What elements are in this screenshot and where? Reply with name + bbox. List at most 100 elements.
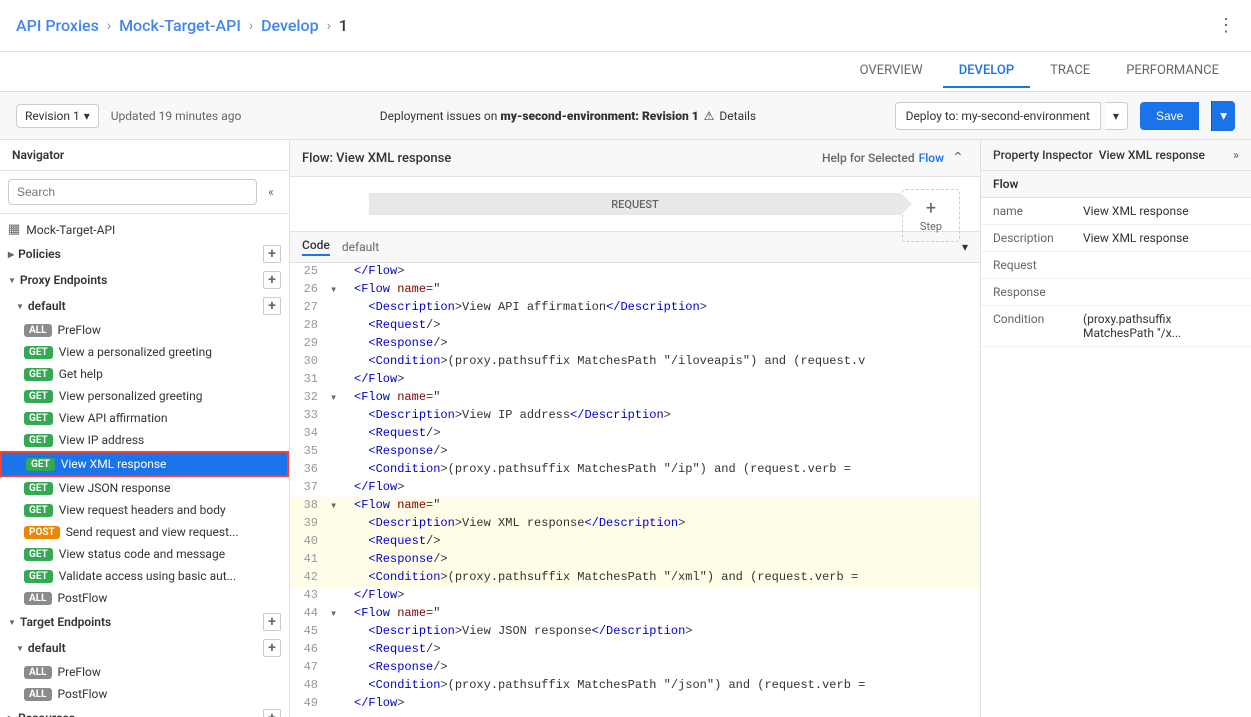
code-line[interactable]: 44▾<Flow name=" <box>290 605 980 623</box>
method-badge: ALL <box>24 324 52 337</box>
nav-section-proxy-endpoints[interactable]: ▼ Proxy Endpoints + <box>0 267 289 293</box>
nav-flow-item[interactable]: POSTSend request and view request... <box>0 521 289 543</box>
tab-overview[interactable]: OVERVIEW <box>844 55 939 88</box>
nav-flow-item[interactable]: ALLPostFlow <box>0 587 289 609</box>
property-value[interactable]: View XML response <box>1071 198 1251 225</box>
code-line[interactable]: 36 <Condition>(proxy.pathsuffix MatchesP… <box>290 461 980 479</box>
nav-target-default[interactable]: ▼ default + <box>0 635 289 661</box>
method-badge: GET <box>26 458 55 471</box>
nav-flow-item[interactable]: GETView a personalized greeting <box>0 341 289 363</box>
line-content: <Request/> <box>346 533 980 551</box>
method-badge: GET <box>24 368 53 381</box>
add-policy-btn[interactable]: + <box>263 245 281 263</box>
tab-bar: OVERVIEW DEVELOP TRACE PERFORMANCE <box>0 52 1251 92</box>
breadcrumb-mock-target[interactable]: Mock-Target-API <box>119 16 241 35</box>
property-value[interactable] <box>1071 252 1251 279</box>
property-value[interactable]: View XML response <box>1071 225 1251 252</box>
details-link[interactable]: Details <box>719 109 756 123</box>
add-target-default-btn[interactable]: + <box>263 639 281 657</box>
request-bar: REQUEST <box>369 193 902 215</box>
code-line[interactable]: 38▾<Flow name=" <box>290 497 980 515</box>
method-badge: ALL <box>24 688 52 701</box>
add-proxy-default-btn[interactable]: + <box>263 297 281 315</box>
method-badge: ALL <box>24 592 52 605</box>
add-target-ep-btn[interactable]: + <box>263 613 281 631</box>
line-content: <Description>View API affirmation</Descr… <box>346 299 980 317</box>
breadcrumb-api-proxies[interactable]: API Proxies <box>16 16 99 35</box>
code-line[interactable]: 46 <Request/> <box>290 641 980 659</box>
nav-section-target-endpoints[interactable]: ▼ Target Endpoints + <box>0 609 289 635</box>
nav-flow-item[interactable]: GETGet help <box>0 363 289 385</box>
expand-middle-btn[interactable]: ⌃ <box>948 148 968 168</box>
nav-target-flow-item[interactable]: ALLPostFlow <box>0 683 289 705</box>
nav-target-flow-item[interactable]: ALLPreFlow <box>0 661 289 683</box>
code-line[interactable]: 30 <Condition>(proxy.pathsuffix MatchesP… <box>290 353 980 371</box>
code-line[interactable]: 25</Flow> <box>290 263 980 281</box>
code-line[interactable]: 28 <Request/> <box>290 317 980 335</box>
code-line[interactable]: 31</Flow> <box>290 371 980 389</box>
tab-performance[interactable]: PERFORMANCE <box>1110 55 1235 88</box>
expand-arrow <box>330 695 346 713</box>
code-expand-btn[interactable]: ▾ <box>962 240 968 254</box>
code-line[interactable]: 35 <Response/> <box>290 443 980 461</box>
nav-section-policies[interactable]: ▶ Policies + <box>0 241 289 267</box>
flow-help-link[interactable]: Flow <box>919 151 944 165</box>
nav-flow-item[interactable]: GETView IP address <box>0 429 289 451</box>
code-line[interactable]: 39 <Description>View XML response</Descr… <box>290 515 980 533</box>
method-badge: GET <box>24 504 53 517</box>
save-button[interactable]: Save <box>1140 102 1199 130</box>
code-tab-label[interactable]: Code <box>302 238 330 256</box>
breadcrumb-sep3: › <box>327 18 331 34</box>
nav-flow-item[interactable]: GETView status code and message <box>0 543 289 565</box>
deploy-select[interactable]: Deploy to: my-second-environment <box>895 102 1101 130</box>
code-line[interactable]: 29 <Response/> <box>290 335 980 353</box>
add-resources-btn[interactable]: + <box>263 709 281 717</box>
nav-flow-item[interactable]: GETView JSON response <box>0 477 289 499</box>
line-content: <Description>View IP address</Descriptio… <box>346 407 980 425</box>
nav-flow-item[interactable]: ALLPreFlow <box>0 319 289 341</box>
code-line[interactable]: 41 <Response/> <box>290 551 980 569</box>
property-value[interactable] <box>1071 279 1251 306</box>
code-line[interactable]: 32▾<Flow name=" <box>290 389 980 407</box>
nav-flow-item[interactable]: GETView personalized greeting <box>0 385 289 407</box>
nav-flow-item[interactable]: GETView XML response <box>0 451 289 477</box>
nav-mock-target-api[interactable]: ▦ Mock-Target-API <box>0 218 289 241</box>
code-line[interactable]: 37</Flow> <box>290 479 980 497</box>
nav-section-resources[interactable]: ▶ Resources + <box>0 705 289 717</box>
expand-arrow[interactable]: ▾ <box>330 605 346 623</box>
code-line[interactable]: 49</Flow> <box>290 695 980 713</box>
breadcrumb-develop[interactable]: Develop <box>261 16 318 35</box>
expand-inspector-btn[interactable]: » <box>1233 148 1239 162</box>
flow-label: Send request and view request... <box>66 525 239 539</box>
code-line[interactable]: 26▾<Flow name=" <box>290 281 980 299</box>
add-proxy-ep-btn[interactable]: + <box>263 271 281 289</box>
nav-proxy-default[interactable]: ▼ default + <box>0 293 289 319</box>
code-line[interactable]: 43</Flow> <box>290 587 980 605</box>
more-options-icon[interactable]: ⋮ <box>1217 15 1235 36</box>
line-number: 33 <box>290 407 330 425</box>
code-line[interactable]: 40 <Request/> <box>290 533 980 551</box>
tab-trace[interactable]: TRACE <box>1034 55 1106 88</box>
code-line[interactable]: 45 <Description>View JSON response</Desc… <box>290 623 980 641</box>
save-dropdown-btn[interactable]: ▾ <box>1211 101 1235 131</box>
search-input[interactable] <box>8 179 257 205</box>
tab-develop[interactable]: DEVELOP <box>943 55 1030 88</box>
deploy-dropdown-btn[interactable]: ▾ <box>1105 102 1128 130</box>
code-line[interactable]: 27 <Description>View API affirmation</De… <box>290 299 980 317</box>
nav-flow-item[interactable]: GETView API affirmation <box>0 407 289 429</box>
code-line[interactable]: 42 <Condition>(proxy.pathsuffix MatchesP… <box>290 569 980 587</box>
expand-arrow[interactable]: ▾ <box>330 281 346 299</box>
code-line[interactable]: 47 <Response/> <box>290 659 980 677</box>
expand-arrow[interactable]: ▾ <box>330 389 346 407</box>
code-line[interactable]: 48 <Condition>(proxy.pathsuffix MatchesP… <box>290 677 980 695</box>
flow-label: View a personalized greeting <box>59 345 212 359</box>
revision-selector[interactable]: Revision 1 ▾ <box>16 104 99 128</box>
property-value[interactable]: (proxy.pathsuffix MatchesPath "/x... <box>1071 306 1251 347</box>
code-line[interactable]: 33 <Description>View IP address</Descrip… <box>290 407 980 425</box>
nav-flow-item[interactable]: GETValidate access using basic aut... <box>0 565 289 587</box>
expand-arrow[interactable]: ▾ <box>330 497 346 515</box>
nav-flow-item[interactable]: GETView request headers and body <box>0 499 289 521</box>
middle-panel: Flow: View XML response Help for Selecte… <box>290 140 981 717</box>
collapse-navigator-btn[interactable]: « <box>261 182 281 202</box>
code-line[interactable]: 34 <Request/> <box>290 425 980 443</box>
